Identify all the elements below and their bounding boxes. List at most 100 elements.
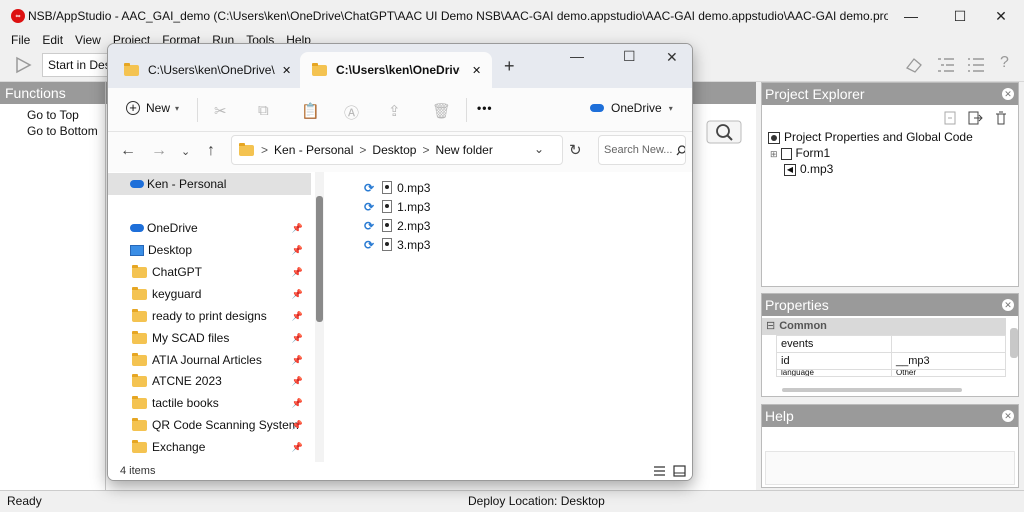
function-go-to-bottom[interactable]: Go to Bottom — [0, 123, 105, 139]
file-item[interactable]: ⟳ 2.mp3 — [364, 216, 430, 235]
rename-icon[interactable]: Ⓐ — [344, 102, 359, 123]
explorer-maximize-button[interactable]: ☐ — [623, 48, 636, 65]
play-icon[interactable] — [14, 56, 32, 74]
new-button[interactable]: + New ▾ — [126, 101, 179, 115]
pin-icon[interactable]: 📌 — [292, 289, 303, 300]
more-options-button[interactable]: ••• — [477, 101, 493, 115]
file-item[interactable]: ⟳ 0.mp3 — [364, 178, 430, 197]
forward-arrow-icon[interactable]: → — [151, 142, 167, 160]
menu-edit[interactable]: Edit — [42, 33, 63, 47]
property-value[interactable]: __mp3 — [891, 352, 1006, 370]
explorer-minimize-button[interactable]: — — [570, 48, 584, 64]
nav-scrollbar[interactable] — [315, 172, 324, 462]
breadcrumb-separator: > — [359, 143, 367, 157]
pin-icon[interactable]: 📌 — [292, 420, 303, 431]
nav-scroll-thumb[interactable] — [316, 196, 323, 322]
nav-item-exchange[interactable]: Exchange 📌 — [108, 436, 311, 458]
file-item[interactable]: ⟳ 1.mp3 — [364, 197, 430, 216]
nav-item-keyguard[interactable]: keyguard 📌 — [108, 283, 311, 305]
expand-toggle-icon[interactable]: ⊞ — [770, 149, 778, 159]
help-question-icon[interactable]: ? — [1000, 54, 1009, 72]
back-arrow-icon[interactable]: ← — [120, 142, 136, 160]
address-breadcrumb[interactable]: > Ken - Personal > Desktop > New folder … — [231, 135, 563, 165]
onedrive-button[interactable]: OneDrive ▾ — [590, 101, 673, 115]
property-name: id — [776, 352, 892, 370]
property-row[interactable]: id __mp3 — [776, 352, 1006, 370]
breadcrumb-desktop[interactable]: Desktop — [372, 143, 416, 157]
help-close-icon[interactable]: ✕ — [1002, 410, 1014, 422]
ide-close-button[interactable]: ✕ — [978, 0, 1024, 32]
tree-item-form1[interactable]: ⊞ Form1 — [770, 146, 830, 160]
trash-icon[interactable] — [993, 110, 1009, 126]
paste-icon[interactable]: 📋 — [301, 102, 320, 120]
nav-item-qr-code[interactable]: QR Code Scanning System 📌 — [108, 414, 311, 436]
tab-close-icon[interactable]: ✕ — [282, 64, 291, 77]
list-icon[interactable] — [966, 56, 986, 74]
ide-maximize-button[interactable]: ☐ — [937, 0, 983, 32]
project-explorer-close-icon[interactable]: ✕ — [1002, 88, 1014, 100]
pin-icon[interactable]: 📌 — [292, 223, 303, 234]
tiles-view-icon[interactable] — [673, 465, 686, 477]
file-explorer-window: C:\Users\ken\OneDrive\ ✕ C:\Users\ken\One… — [107, 43, 693, 481]
list-indent-icon[interactable] — [936, 56, 956, 74]
explorer-tab-2[interactable]: C:\Users\ken\OneDrive\ ✕ — [300, 52, 492, 88]
properties-scrollbar[interactable] — [1010, 328, 1018, 358]
nav-label: Desktop — [148, 243, 193, 257]
pin-icon[interactable]: 📌 — [292, 355, 303, 366]
address-dropdown-icon[interactable]: ⌄ — [534, 142, 544, 156]
collapse-icon[interactable]: ⊟ — [766, 320, 775, 332]
eraser-icon[interactable] — [904, 56, 924, 74]
property-value[interactable]: Other — [891, 369, 1006, 377]
up-arrow-icon[interactable]: ↑ — [207, 142, 215, 160]
recent-chevron-icon[interactable]: ⌄ — [181, 145, 190, 158]
nav-item-atcne-2023[interactable]: ATCNE 2023 📌 — [108, 370, 311, 392]
file-item[interactable]: ⟳ 3.mp3 — [364, 235, 430, 254]
nav-item-desktop[interactable]: Desktop 📌 — [108, 239, 311, 261]
new-tab-button[interactable]: + — [504, 56, 515, 77]
nav-item-ken-personal[interactable]: Ken - Personal — [108, 173, 311, 195]
property-row[interactable]: events — [776, 335, 1006, 353]
start-in-dropdown[interactable]: Start in Des — [42, 53, 110, 77]
pin-icon[interactable]: 📌 — [292, 311, 303, 322]
add-item-icon[interactable] — [942, 110, 958, 126]
pin-icon[interactable]: 📌 — [292, 267, 303, 278]
properties-close-icon[interactable]: ✕ — [1002, 299, 1014, 311]
property-group-common[interactable]: ⊟ Common — [762, 318, 1006, 335]
pin-icon[interactable]: 📌 — [292, 245, 303, 256]
delete-icon[interactable]: 🗑 — [432, 102, 451, 120]
pin-icon[interactable]: 📌 — [292, 442, 303, 453]
cut-icon[interactable]: ✂ — [214, 102, 227, 120]
property-value[interactable] — [891, 335, 1006, 353]
function-go-to-top[interactable]: Go to Top — [0, 107, 105, 123]
breadcrumb-ken-personal[interactable]: Ken - Personal — [274, 143, 353, 157]
details-view-icon[interactable] — [653, 465, 666, 477]
nav-item-onedrive[interactable]: OneDrive 📌 — [108, 217, 311, 239]
refresh-icon[interactable]: ↻ — [569, 141, 582, 159]
explorer-tab-1[interactable]: C:\Users\ken\OneDrive\ ✕ — [112, 52, 298, 88]
search-input[interactable]: Search New... — [598, 135, 686, 165]
menu-view[interactable]: View — [75, 33, 101, 47]
ide-minimize-button[interactable]: — — [888, 0, 934, 32]
tree-item-project-properties[interactable]: Project Properties and Global Code — [768, 130, 973, 144]
nav-item-ready-to-print[interactable]: ready to print designs 📌 — [108, 305, 311, 327]
tree-item-0mp3[interactable]: ◀ 0.mp3 — [784, 162, 833, 176]
properties-hscrollbar[interactable] — [782, 388, 962, 392]
nav-item-my-scad-files[interactable]: My SCAD files 📌 — [108, 327, 311, 349]
nav-item-atia-journal[interactable]: ATIA Journal Articles 📌 — [108, 349, 311, 371]
search-zoom-icon[interactable] — [706, 120, 742, 144]
explorer-close-button[interactable]: ✕ — [666, 49, 678, 66]
sync-icon: ⟳ — [364, 180, 375, 195]
pin-icon[interactable]: 📌 — [292, 333, 303, 344]
export-icon[interactable] — [967, 110, 983, 126]
breadcrumb-new-folder[interactable]: New folder — [435, 143, 492, 157]
properties-table: events id __mp3 language Other — [776, 335, 1006, 377]
share-icon[interactable]: ⇪ — [388, 102, 401, 120]
pin-icon[interactable]: 📌 — [292, 398, 303, 409]
tab-close-icon[interactable]: ✕ — [472, 64, 481, 77]
menu-file[interactable]: File — [11, 33, 30, 47]
copy-icon[interactable]: ⧉ — [258, 102, 269, 119]
pin-icon[interactable]: 📌 — [292, 376, 303, 387]
nav-item-chatgpt[interactable]: ChatGPT 📌 — [108, 261, 311, 283]
nav-item-tactile-books[interactable]: tactile books 📌 — [108, 392, 311, 414]
property-row[interactable]: language Other — [776, 369, 1006, 377]
